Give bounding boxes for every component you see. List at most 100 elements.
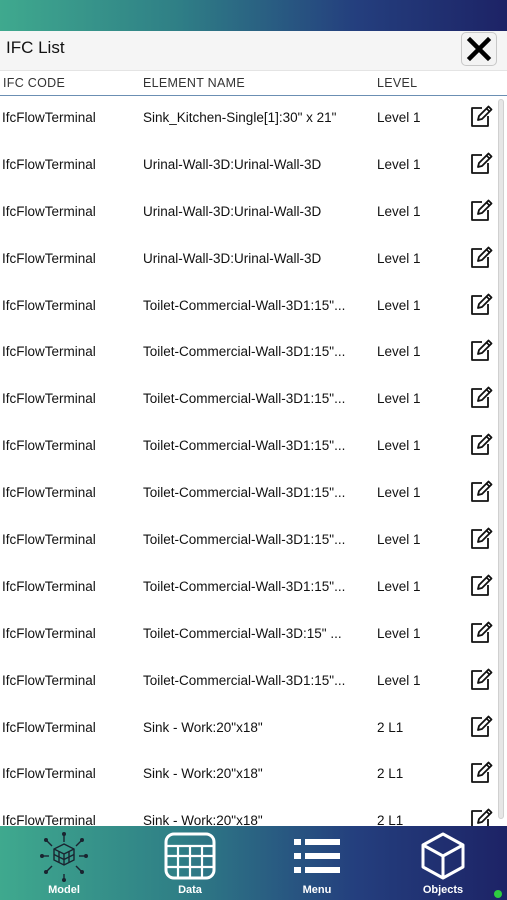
edit-icon[interactable] [469, 480, 493, 504]
element-name-cell: Urinal-Wall-3D:Urinal-Wall-3D [143, 203, 322, 219]
list-item[interactable]: IfcFlowTerminal Toilet-Commercial-Wall-3D… [0, 611, 507, 658]
list-item[interactable]: IfcFlowTerminal Toilet-Commercial-Wall-3D… [0, 423, 507, 470]
ifc-code-cell: IfcFlowTerminal [2, 297, 96, 313]
list-item[interactable]: IfcFlowTerminal Toilet-Commercial-Wall-3D… [0, 376, 507, 423]
element-name-cell: Toilet-Commercial-Wall-3D1:15"... [143, 485, 346, 501]
grid-table-icon [164, 832, 216, 879]
ifc-code-cell: IfcFlowTerminal [2, 625, 96, 641]
close-button[interactable] [461, 32, 497, 66]
ifc-code-cell: IfcFlowTerminal [2, 485, 96, 501]
list-item[interactable]: IfcFlowTerminal Sink - Work:20"x18" 2 L1 [0, 751, 507, 798]
list-item[interactable]: IfcFlowTerminal Toilet-Commercial-Wall-3D… [0, 517, 507, 564]
ifc-list[interactable]: IfcFlowTerminal Sink_Kitchen-Single[1]:30… [0, 95, 507, 826]
list-item[interactable]: IfcFlowTerminal Urinal-Wall-3D:Urinal-Wal… [0, 236, 507, 283]
ifc-code-cell: IfcFlowTerminal [2, 344, 96, 360]
list-item[interactable]: IfcFlowTerminal Toilet-Commercial-Wall-3D… [0, 329, 507, 376]
nav-objects[interactable]: Objects [393, 826, 493, 900]
edit-icon[interactable] [469, 386, 493, 410]
level-cell: 2 L1 [377, 813, 404, 826]
level-cell: Level 1 [377, 532, 421, 548]
edit-icon[interactable] [469, 715, 493, 739]
edit-icon[interactable] [469, 433, 493, 457]
level-cell: 2 L1 [377, 719, 404, 735]
ifc-code-cell: IfcFlowTerminal [2, 156, 96, 172]
scrollbar[interactable] [498, 99, 504, 819]
ifc-code-cell: IfcFlowTerminal [2, 672, 96, 688]
list-item[interactable]: IfcFlowTerminal Toilet-Commercial-Wall-3D… [0, 564, 507, 611]
level-cell: Level 1 [377, 344, 421, 360]
nav-model[interactable]: Model [14, 826, 114, 900]
ifc-code-cell: IfcFlowTerminal [2, 719, 96, 735]
nav-data-label: Data [178, 884, 202, 896]
column-level[interactable]: LEVEL [377, 76, 417, 90]
element-name-cell: Sink - Work:20"x18" [143, 766, 263, 782]
element-name-cell: Toilet-Commercial-Wall-3D:15" ... [143, 625, 342, 641]
element-name-cell: Urinal-Wall-3D:Urinal-Wall-3D [143, 250, 322, 266]
ifc-code-cell: IfcFlowTerminal [2, 766, 96, 782]
element-name-cell: Toilet-Commercial-Wall-3D1:15"... [143, 297, 346, 313]
element-name-cell: Toilet-Commercial-Wall-3D1:15"... [143, 672, 346, 688]
list-item[interactable]: IfcFlowTerminal Urinal-Wall-3D:Urinal-Wal… [0, 142, 507, 189]
ifc-code-cell: IfcFlowTerminal [2, 250, 96, 266]
level-cell: Level 1 [377, 297, 421, 313]
level-cell: Level 1 [377, 625, 421, 641]
column-element-name[interactable]: ELEMENT NAME [143, 76, 245, 90]
level-cell: Level 1 [377, 203, 421, 219]
close-icon [466, 36, 492, 62]
level-cell: Level 1 [377, 672, 421, 688]
ifc-code-cell: IfcFlowTerminal [2, 813, 96, 826]
edit-icon[interactable] [469, 293, 493, 317]
level-cell: 2 L1 [377, 766, 404, 782]
element-name-cell: Toilet-Commercial-Wall-3D1:15"... [143, 391, 346, 407]
edit-icon[interactable] [469, 339, 493, 363]
list-item[interactable]: IfcFlowTerminal Urinal-Wall-3D:Urinal-Wal… [0, 189, 507, 236]
ifc-code-cell: IfcFlowTerminal [2, 203, 96, 219]
level-cell: Level 1 [377, 391, 421, 407]
edit-icon[interactable] [469, 668, 493, 692]
nav-menu-label: Menu [302, 884, 332, 896]
column-header: IFC CODE ELEMENT NAME LEVEL [0, 72, 507, 96]
element-name-cell: Sink - Work:20"x18" [143, 719, 263, 735]
edit-icon[interactable] [469, 527, 493, 551]
edit-icon[interactable] [469, 246, 493, 270]
nav-objects-label: Objects [422, 884, 464, 896]
column-ifc-code[interactable]: IFC CODE [3, 76, 65, 90]
list-item[interactable]: IfcFlowTerminal Toilet-Commercial-Wall-3D… [0, 283, 507, 330]
top-status-bar [0, 0, 507, 31]
level-cell: Level 1 [377, 485, 421, 501]
status-dot [494, 890, 502, 898]
element-name-cell: Sink_Kitchen-Single[1]:30" x 21" [143, 110, 337, 125]
edit-icon[interactable] [469, 621, 493, 645]
list-item[interactable]: IfcFlowTerminal Toilet-Commercial-Wall-3D… [0, 658, 507, 705]
title-bar: IFC List [0, 31, 507, 71]
cube-icon [421, 832, 465, 879]
nav-model-label: Model [48, 884, 80, 896]
ifc-code-cell: IfcFlowTerminal [2, 438, 96, 454]
ifc-code-cell: IfcFlowTerminal [2, 532, 96, 548]
level-cell: Level 1 [377, 156, 421, 172]
ifc-code-cell: IfcFlowTerminal [2, 391, 96, 407]
element-name-cell: Toilet-Commercial-Wall-3D1:15"... [143, 438, 346, 454]
list-item[interactable]: IfcFlowTerminal Toilet-Commercial-Wall-3D… [0, 470, 507, 517]
edit-icon[interactable] [469, 574, 493, 598]
list-item[interactable]: IfcFlowTerminal Sink_Kitchen-Single[1]:30… [0, 95, 507, 142]
bottom-nav: Model Data Menu Objects [0, 826, 507, 900]
nav-menu[interactable]: Menu [267, 826, 367, 900]
level-cell: Level 1 [377, 250, 421, 266]
list-icon [294, 838, 340, 873]
page-title: IFC List [6, 38, 65, 57]
list-item[interactable]: IfcFlowTerminal Sink - Work:20"x18" 2 L1 [0, 705, 507, 752]
level-cell: Level 1 [377, 110, 421, 125]
edit-icon[interactable] [469, 808, 493, 826]
edit-icon[interactable] [469, 152, 493, 176]
list-item[interactable]: IfcFlowTerminal Sink - Work:20"x18" 2 L1 [0, 798, 507, 826]
level-cell: Level 1 [377, 578, 421, 594]
edit-icon[interactable] [469, 105, 493, 129]
edit-icon[interactable] [469, 761, 493, 785]
element-name-cell: Toilet-Commercial-Wall-3D1:15"... [143, 578, 346, 594]
ifc-code-cell: IfcFlowTerminal [2, 578, 96, 594]
edit-icon[interactable] [469, 199, 493, 223]
cubes-network-icon [40, 831, 88, 882]
element-name-cell: Toilet-Commercial-Wall-3D1:15"... [143, 532, 346, 548]
nav-data[interactable]: Data [140, 826, 240, 900]
